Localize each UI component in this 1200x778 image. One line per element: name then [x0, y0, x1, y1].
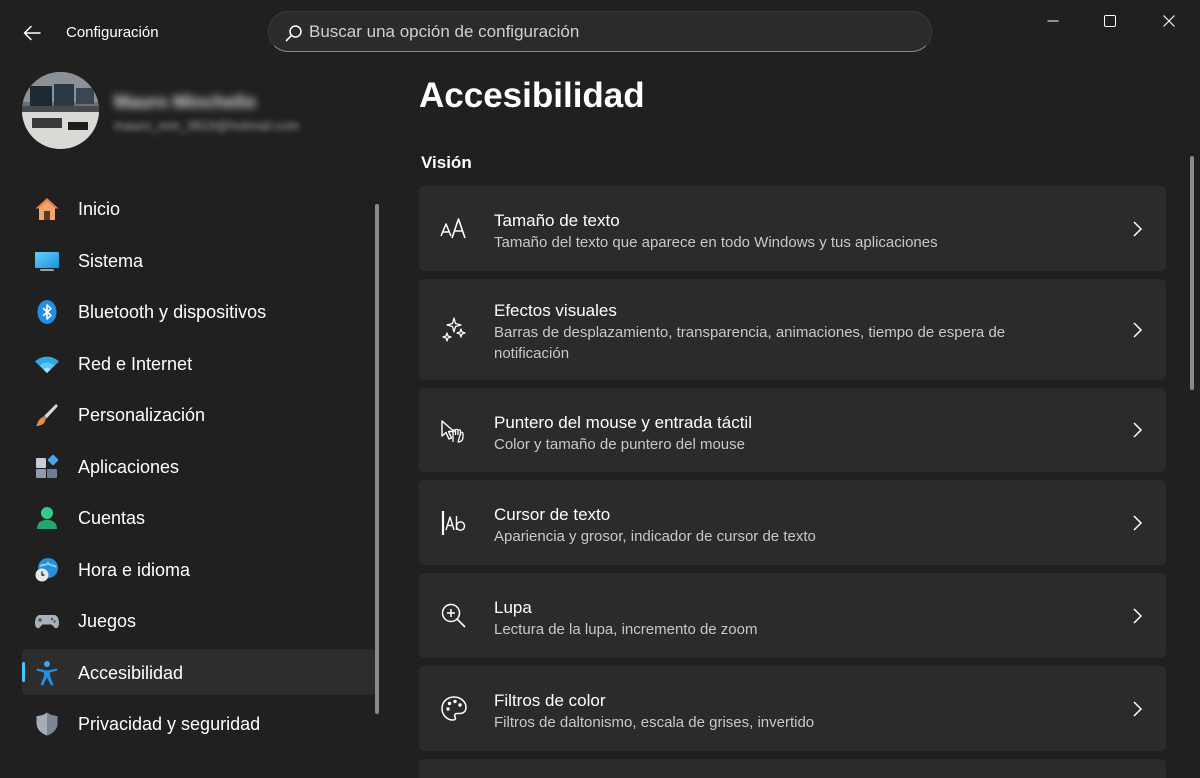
title-bar: Configuración — [0, 0, 1200, 64]
time-language-icon — [35, 557, 58, 581]
sidebar-item-label: Accesibilidad — [78, 662, 184, 683]
sidebar-item-label: Inicio — [78, 199, 121, 219]
app-title: Configuración — [66, 24, 159, 41]
text-size-icon — [440, 218, 466, 239]
sidebar-item-hora-idioma[interactable]: Hora e idioma — [22, 546, 376, 592]
chevron-right-icon — [1133, 515, 1143, 531]
card-title: Puntero del mouse y entrada táctil — [494, 413, 752, 432]
search-box[interactable] — [268, 11, 932, 52]
gamepad-icon — [35, 615, 59, 629]
chevron-right-icon — [1133, 701, 1143, 717]
back-arrow-icon — [23, 25, 41, 41]
minimize-button[interactable] — [1024, 0, 1082, 42]
sidebar-scrollbar[interactable] — [375, 204, 379, 714]
sidebar-item-personalizacion[interactable]: Personalización — [22, 391, 376, 437]
system-icon — [35, 251, 59, 271]
card-magnifier[interactable]: Lupa Lectura de la lupa, incremento de z… — [419, 573, 1166, 658]
card-description: Barras de desplazamiento, transparencia,… — [494, 324, 1006, 362]
minimize-icon — [1047, 20, 1059, 22]
sidebar-nav: Inicio Sistema Bluetooth y dispositivos — [22, 185, 376, 752]
sidebar-item-red[interactable]: Red e Internet — [22, 340, 376, 386]
chevron-right-icon — [1133, 608, 1143, 624]
sidebar-item-label: Aplicaciones — [78, 456, 180, 477]
card-color-filters[interactable]: Filtros de color Filtros de daltonismo, … — [419, 666, 1166, 751]
card-next-partial[interactable] — [419, 759, 1166, 778]
card-text-cursor[interactable]: Cursor de texto Apariencia y grosor, ind… — [419, 480, 1166, 565]
settings-window: Configuración Buscar una opción de confi… — [0, 0, 1200, 778]
search-icon — [285, 25, 302, 42]
wifi-icon — [35, 356, 59, 373]
card-title: Cursor de texto — [494, 505, 611, 524]
chevron-right-icon — [1133, 422, 1143, 438]
main-scrollbar[interactable] — [1190, 156, 1194, 390]
user-profile[interactable]: Mauro Minchello mauro_mm_3819@hotmail.co… — [22, 72, 382, 152]
sidebar-item-label: Bluetooth y dispositivos — [78, 302, 267, 322]
sidebar-item-sistema[interactable]: Sistema — [22, 237, 376, 283]
maximize-icon — [1104, 15, 1116, 27]
sidebar-item-label: Juegos — [78, 611, 137, 631]
card-title: Lupa — [494, 598, 532, 617]
card-mouse-pointer[interactable]: Puntero del mouse y entrada táctil Color… — [419, 388, 1166, 472]
sidebar-item-juegos[interactable]: Juegos — [22, 597, 376, 643]
card-description: Tamaño del texto que aparece en todo Win… — [494, 234, 938, 251]
sidebar-item-label: Sistema — [78, 250, 144, 271]
section-heading-vision: Visión — [421, 153, 472, 172]
sidebar-item-privacidad[interactable]: Privacidad y seguridad — [22, 700, 376, 746]
profile-email: mauro_mm_3819@hotmail.com — [114, 118, 300, 133]
sidebar-item-label: Personalización — [78, 405, 206, 425]
back-button[interactable] — [14, 18, 50, 48]
mouse-pointer-icon — [441, 420, 464, 443]
page-title: Accesibilidad — [419, 76, 645, 115]
chevron-right-icon — [1133, 322, 1143, 338]
card-title: Tamaño de texto — [494, 211, 620, 230]
sidebar-item-label: Hora e idioma — [78, 559, 191, 580]
accounts-icon — [37, 507, 57, 529]
card-description: Color y tamaño de puntero del mouse — [494, 436, 745, 453]
sidebar-item-label: Red e Internet — [78, 353, 193, 374]
bluetooth-icon — [37, 300, 57, 324]
close-button[interactable] — [1140, 0, 1198, 42]
sidebar-item-label: Privacidad y seguridad — [78, 714, 261, 734]
visual-effects-icon — [442, 317, 466, 342]
card-description: Lectura de la lupa, incremento de zoom — [494, 621, 758, 638]
shield-icon — [36, 712, 58, 736]
apps-icon — [36, 454, 59, 478]
brush-icon — [36, 404, 58, 426]
accessibility-icon — [36, 660, 58, 685]
sidebar-item-inicio[interactable]: Inicio — [22, 185, 376, 231]
profile-name: Mauro Minchello — [114, 92, 257, 112]
sidebar-item-cuentas[interactable]: Cuentas — [22, 494, 376, 540]
sidebar-item-label: Cuentas — [78, 508, 146, 528]
search-input[interactable] — [309, 12, 909, 51]
sidebar-item-aplicaciones[interactable]: Aplicaciones — [22, 443, 376, 489]
card-title: Filtros de color — [494, 691, 606, 710]
close-icon — [1163, 15, 1175, 27]
chevron-right-icon — [1133, 221, 1143, 237]
avatar — [22, 72, 99, 149]
card-title: Efectos visuales — [494, 301, 617, 320]
sidebar-item-bluetooth[interactable]: Bluetooth y dispositivos — [22, 288, 376, 334]
card-description: Apariencia y grosor, indicador de cursor… — [494, 528, 816, 545]
card-description: Filtros de daltonismo, escala de grises,… — [494, 714, 815, 731]
magnifier-icon — [441, 603, 466, 628]
text-cursor-icon — [441, 511, 466, 535]
home-icon — [35, 198, 59, 220]
color-filters-icon — [441, 696, 467, 721]
card-visual-effects[interactable]: Efectos visuales Barras de desplazamient… — [419, 279, 1166, 380]
sidebar-item-accesibilidad[interactable]: Accesibilidad — [22, 648, 376, 695]
card-text-size[interactable]: Tamaño de texto Tamaño del texto que apa… — [419, 186, 1166, 271]
maximize-button[interactable] — [1081, 0, 1139, 42]
selection-indicator — [22, 661, 25, 682]
